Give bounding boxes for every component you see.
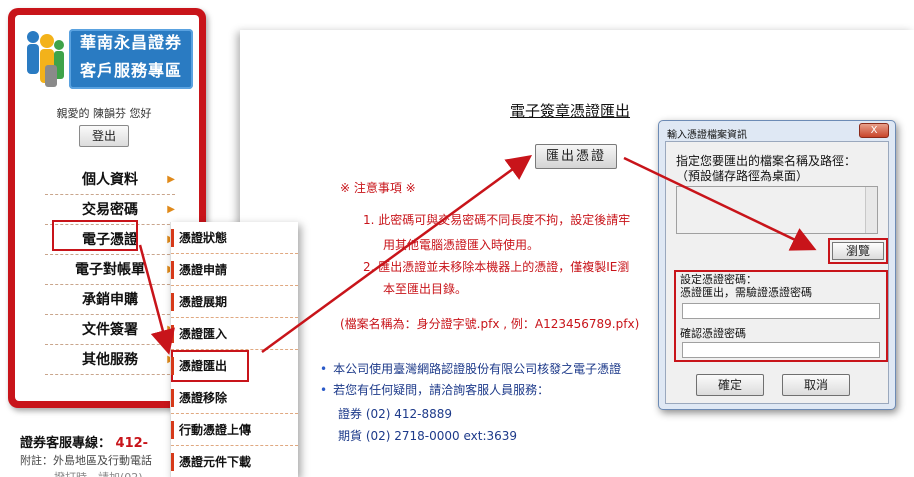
bullet-dot-icon: • bbox=[320, 383, 328, 397]
e-certificate-submenu: 憑證狀態 憑證申請 憑證展期 憑證匯入 憑證匯出 憑證移除 行動憑證上傳 憑證元… bbox=[170, 222, 298, 477]
triangle-right-icon: ▶ bbox=[167, 204, 175, 215]
brand-logo: 華南永昌證券 客戶服務專區 bbox=[23, 25, 193, 93]
securities-hotline: 證券客服專線： 412- bbox=[20, 432, 148, 451]
prompt-line-2: （預設儲存路徑為桌面） bbox=[676, 169, 809, 183]
bullet-text: 若您有任何疑問，請洽詢客服人員服務： bbox=[333, 383, 550, 397]
hotline-note: 附註：外島地區及行動電話 bbox=[20, 454, 152, 467]
prompt-line-1: 指定您要匯出的檔案名稱及路徑： bbox=[676, 154, 857, 168]
note-1-line-2: 用其他電腦憑證匯入時使用。 bbox=[383, 238, 540, 252]
hotline-number: 412- bbox=[115, 436, 149, 451]
confirm-password-field[interactable] bbox=[682, 342, 880, 358]
main-menu: 個人資料 ▶ 交易密碼 ▶ 電子憑證 ▶ 電子對帳單 ▶ 承銷申購 文件簽署 ▶ bbox=[45, 165, 175, 375]
confirm-password-label: 確認憑證密碼 bbox=[680, 327, 746, 340]
password-hint: 憑證匯出，需驗證憑證密碼 bbox=[680, 286, 812, 299]
page-title: 電子簽章憑證匯出 bbox=[510, 102, 631, 120]
scrollbar[interactable] bbox=[865, 187, 877, 233]
close-button[interactable]: X bbox=[859, 123, 889, 138]
bullet-dot-icon: • bbox=[320, 362, 328, 376]
browse-button[interactable]: 瀏覽 bbox=[828, 238, 888, 264]
bullet-contact-service: • 若您有任何疑問，請洽詢客服人員服務： bbox=[320, 381, 549, 398]
menu-item-label: 其他服務 bbox=[82, 352, 138, 368]
file-name-example: (檔案名稱為：身分證字號.pfx , 例：A123456789.pfx) bbox=[340, 317, 640, 331]
brand-line-1: 華南永昌證券 bbox=[79, 33, 182, 52]
logout-button[interactable]: 登出 bbox=[79, 125, 129, 147]
note-2-line-2: 本至匯出目錄。 bbox=[383, 282, 468, 296]
menu-item-ipo-subscription[interactable]: 承銷申購 bbox=[45, 285, 175, 315]
menu-item-other-services[interactable]: 其他服務 ▶ bbox=[45, 345, 175, 375]
contact-securities: 證券 (02) 412-8889 bbox=[338, 407, 453, 421]
submenu-item-certificate-import[interactable]: 憑證匯入 bbox=[171, 318, 298, 350]
submenu-item-mobile-certificate-upload[interactable]: 行動憑證上傳 bbox=[171, 414, 298, 446]
triangle-right-icon: ▶ bbox=[167, 174, 175, 185]
submenu-item-certificate-remove[interactable]: 憑證移除 bbox=[171, 382, 298, 414]
bullet-text: 本公司使用臺灣網路認證股份有限公司核發之電子憑證 bbox=[333, 362, 622, 376]
menu-item-document-signing[interactable]: 文件簽署 ▶ bbox=[45, 315, 175, 345]
submenu-item-certificate-apply[interactable]: 憑證申請 bbox=[171, 254, 298, 286]
cancel-button[interactable]: 取消 bbox=[782, 374, 850, 396]
contact-futures: 期貨 (02) 2718-0000 ext:3639 bbox=[338, 429, 518, 443]
dialog-title: 輸入憑證檔案資訊 bbox=[667, 130, 747, 141]
browse-button-label: 瀏覽 bbox=[832, 242, 884, 260]
submenu-item-certificate-renew[interactable]: 憑證展期 bbox=[171, 286, 298, 318]
export-file-dialog: 輸入憑證檔案資訊 X 指定您要匯出的檔案名稱及路徑： （預設儲存路徑為桌面） 瀏… bbox=[658, 120, 896, 410]
dialog-body: 指定您要匯出的檔案名稱及路徑： （預設儲存路徑為桌面） 瀏覽 設定憑證密碼： 憑… bbox=[665, 141, 889, 404]
menu-item-label: 個人資料 bbox=[82, 172, 138, 188]
e-certificate-highlight bbox=[52, 220, 138, 251]
menu-item-label: 承銷申購 bbox=[82, 292, 138, 308]
menu-item-personal-info[interactable]: 個人資料 ▶ bbox=[45, 165, 175, 195]
submenu-item-certificate-export[interactable]: 憑證匯出 bbox=[171, 350, 249, 382]
password-field[interactable] bbox=[682, 303, 880, 319]
people-logo-icon bbox=[27, 31, 64, 87]
ok-button[interactable]: 確定 bbox=[696, 374, 764, 396]
menu-item-label: 電子對帳單 bbox=[75, 262, 145, 278]
hotline-label: 證券客服專線： bbox=[20, 436, 112, 451]
menu-item-label: 交易密碼 bbox=[82, 202, 138, 218]
menu-item-label: 文件簽署 bbox=[82, 322, 138, 338]
export-certificate-button[interactable]: 匯出憑證 bbox=[535, 144, 617, 169]
menu-item-e-statement[interactable]: 電子對帳單 ▶ bbox=[45, 255, 175, 285]
note-2-line-1: 2. 匯出憑證並未移除本機器上的憑證，僅複製IE瀏 bbox=[363, 260, 630, 274]
brand-name: 華南永昌證券 客戶服務專區 bbox=[69, 29, 193, 89]
file-path-field[interactable] bbox=[676, 186, 878, 234]
user-greeting: 親愛的 陳韻芬 您好 bbox=[56, 107, 152, 120]
note-1-line-1: 1. 此密碼可與交易密碼不同長度不拘，設定後請牢 bbox=[363, 213, 631, 227]
notes-heading: ※ 注意事項 ※ bbox=[340, 181, 416, 195]
bullet-certificate-issuer: • 本公司使用臺灣網路認證股份有限公司核發之電子憑證 bbox=[320, 360, 621, 377]
submenu-item-certificate-component-download[interactable]: 憑證元件下載 bbox=[171, 446, 298, 477]
brand-line-2: 客戶服務專區 bbox=[79, 61, 182, 80]
submenu-item-certificate-status[interactable]: 憑證狀態 bbox=[171, 222, 298, 254]
password-group: 設定憑證密碼： 憑證匯出，需驗證憑證密碼 確認憑證密碼 bbox=[674, 270, 888, 362]
file-path-prompt: 指定您要匯出的檔案名稱及路徑： （預設儲存路徑為桌面） bbox=[676, 154, 856, 184]
